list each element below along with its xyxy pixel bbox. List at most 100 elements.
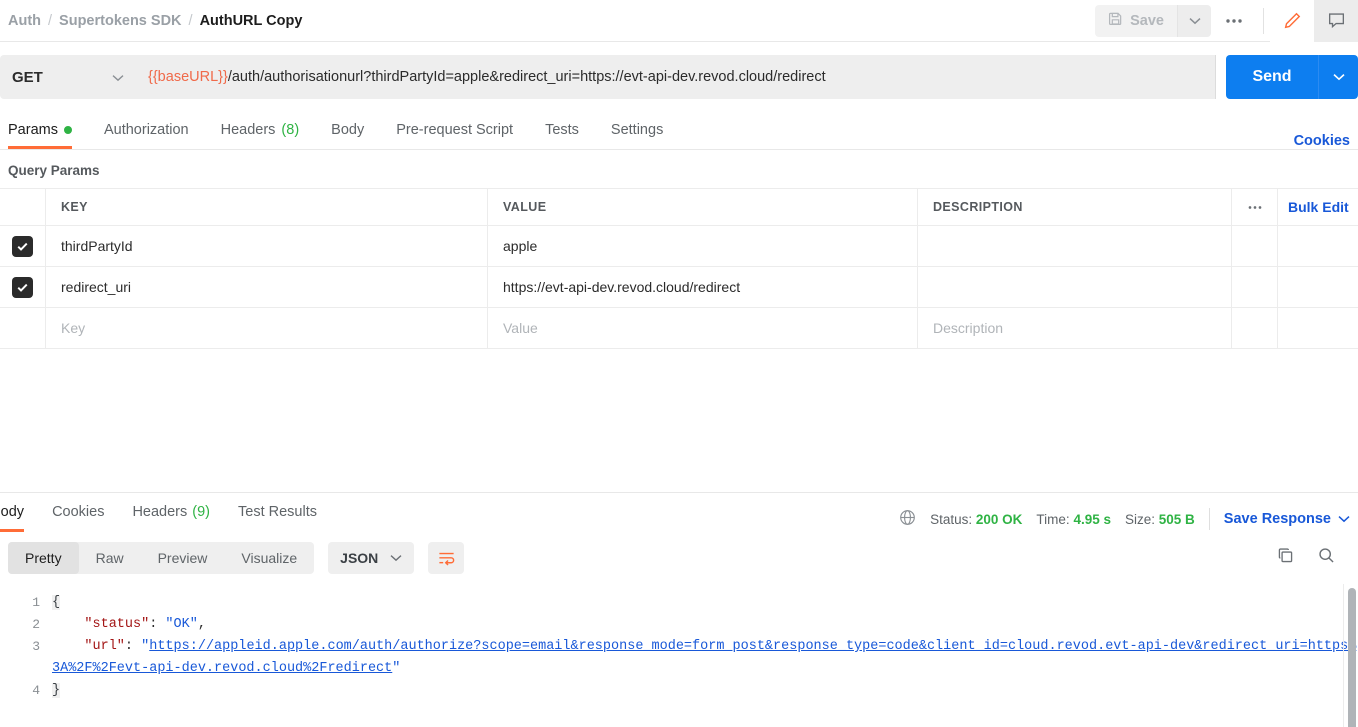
response-status-group: Status: 200 OK Time: 4.95 s Size: 505 B … (899, 508, 1358, 532)
breadcrumb-collection[interactable]: Auth (8, 13, 41, 29)
response-tab-cookies[interactable]: Cookies (52, 492, 104, 532)
send-group: Send (1226, 55, 1358, 99)
top-bar: Auth / Supertokens SDK / AuthURL Copy Sa… (0, 0, 1358, 42)
http-method-value: GET (12, 68, 43, 86)
response-format-bar: Pretty Raw Preview Visualize JSON (0, 532, 1358, 584)
line-number: 2 (32, 617, 40, 632)
word-wrap-button[interactable] (428, 542, 465, 574)
response-tab-headers[interactable]: Headers (9) (132, 492, 210, 532)
tab-params[interactable]: Params (8, 111, 72, 149)
line-number: 3 (32, 639, 40, 654)
url-input[interactable]: {{baseURL}}/auth/authorisationurl?thirdP… (136, 55, 1216, 99)
response-json-code[interactable]: { "status": "OK", "url": "https://applei… (52, 584, 1358, 727)
row-checkbox[interactable] (12, 235, 33, 257)
view-visualize-button[interactable]: Visualize (224, 542, 314, 574)
row-bulk-spacer (1278, 226, 1358, 266)
copy-response-button[interactable] (1276, 546, 1295, 570)
status-block: Status: 200 OK (930, 512, 1022, 527)
ellipsis-icon (1248, 205, 1261, 209)
header-value-cell: VALUE (488, 189, 918, 225)
table-empty-row: Key Value Description (0, 308, 1358, 349)
tab-tests-label: Tests (545, 122, 579, 138)
chevron-down-icon (112, 70, 124, 85)
tab-tests[interactable]: Tests (545, 111, 579, 149)
line-number-gutter: 1 2 3 4 (0, 584, 52, 727)
time-label: Time: (1036, 511, 1070, 527)
tab-headers-count: (8) (281, 122, 300, 138)
response-body-viewer[interactable]: 1 2 3 4 { "status": "OK", "url": "https://a… (0, 584, 1358, 727)
tab-authorization[interactable]: Authorization (104, 111, 189, 149)
row-description-cell[interactable] (918, 267, 1232, 307)
table-row: thirdPartyId apple (0, 226, 1358, 267)
row-key-cell[interactable]: thirdPartyId (46, 226, 488, 266)
save-dropdown-button[interactable] (1177, 4, 1211, 37)
response-language-select[interactable]: JSON (328, 542, 415, 574)
response-tab-test-results[interactable]: Test Results (238, 492, 317, 532)
row-key-cell[interactable]: redirect_uri (46, 267, 488, 307)
response-tabs: Body Cookies Headers (9) Test Results St… (0, 492, 1358, 532)
view-pretty-button[interactable]: Pretty (8, 542, 79, 574)
header-key-label: KEY (61, 200, 88, 214)
table-options-button[interactable] (1232, 189, 1278, 225)
edit-request-button[interactable] (1270, 0, 1314, 42)
tab-headers-label: Headers (220, 122, 276, 138)
time-value: 4.95 s (1073, 511, 1111, 527)
save-label: Save (1130, 12, 1164, 29)
search-response-button[interactable] (1317, 546, 1336, 570)
comments-button[interactable] (1314, 0, 1358, 42)
tab-pre-request-script[interactable]: Pre-request Script (396, 111, 513, 149)
send-button[interactable]: Send (1226, 55, 1318, 99)
breadcrumb-separator-2: / (188, 12, 193, 29)
comment-icon (1328, 13, 1344, 29)
response-tab-body-label: Body (0, 504, 25, 520)
row-description-cell[interactable] (918, 226, 1232, 266)
more-actions-button[interactable] (1211, 5, 1257, 37)
query-params-title: Query Params (8, 163, 100, 178)
request-body-spacer (0, 349, 1358, 492)
status-label: Status: (930, 511, 973, 527)
tab-headers[interactable]: Headers (8) (221, 111, 300, 149)
response-tab-body[interactable]: Body (0, 492, 25, 532)
breadcrumb-folder[interactable]: Supertokens SDK (59, 13, 181, 29)
line-number: 4 (32, 683, 40, 698)
save-response-button[interactable]: Save Response (1224, 511, 1350, 527)
header-description-label: DESCRIPTION (933, 200, 1023, 214)
tab-pre-request-script-label: Pre-request Script (396, 122, 514, 138)
empty-row-description-cell[interactable]: Description (918, 308, 1232, 348)
tab-body[interactable]: Body (331, 111, 364, 149)
empty-row-key-cell[interactable]: Key (46, 308, 488, 348)
request-tabs: Params Authorization Headers (8) Body Pr… (0, 112, 1358, 150)
breadcrumb-separator-1: / (48, 12, 53, 29)
row-description-text (918, 267, 1231, 307)
response-actions (1276, 546, 1350, 570)
tab-settings[interactable]: Settings (611, 111, 663, 149)
chevron-down-icon (1332, 74, 1345, 81)
line-number: 1 (32, 595, 40, 610)
params-modified-dot-icon (63, 126, 72, 134)
bulk-edit-button[interactable]: Bulk Edit (1278, 189, 1358, 225)
json-value-url[interactable]: https://appleid.apple.com/auth/authorize… (52, 639, 1356, 676)
send-dropdown-button[interactable] (1318, 55, 1358, 99)
empty-row-value-cell[interactable]: Value (488, 308, 918, 348)
row-value-cell[interactable]: https://evt-api-dev.revod.cloud/redirect (488, 267, 918, 307)
code-area-border (1343, 584, 1344, 727)
row-value-cell[interactable]: apple (488, 226, 918, 266)
status-divider (1208, 508, 1210, 530)
header-description-cell: DESCRIPTION (918, 189, 1232, 225)
row-checkbox[interactable] (12, 276, 33, 298)
view-raw-button[interactable]: Raw (79, 542, 141, 574)
http-method-select[interactable]: GET (0, 55, 136, 99)
row-checkbox-cell (0, 267, 46, 307)
time-block: Time: 4.95 s (1036, 512, 1111, 527)
json-close-brace: } (52, 683, 61, 698)
url-bar: GET {{baseURL}}/auth/authorisationurl?th… (0, 42, 1358, 112)
breadcrumb: Auth / Supertokens SDK / AuthURL Copy (8, 13, 302, 29)
cookies-link[interactable]: Cookies (1294, 133, 1350, 149)
save-button[interactable]: Save (1095, 4, 1177, 37)
response-tab-cookies-label: Cookies (52, 504, 105, 520)
response-scrollbar-thumb[interactable] (1348, 588, 1356, 727)
view-preview-button[interactable]: Preview (141, 542, 225, 574)
toolbar-divider (1263, 7, 1264, 34)
copy-icon (1278, 548, 1293, 563)
row-bulk-spacer (1278, 267, 1358, 307)
